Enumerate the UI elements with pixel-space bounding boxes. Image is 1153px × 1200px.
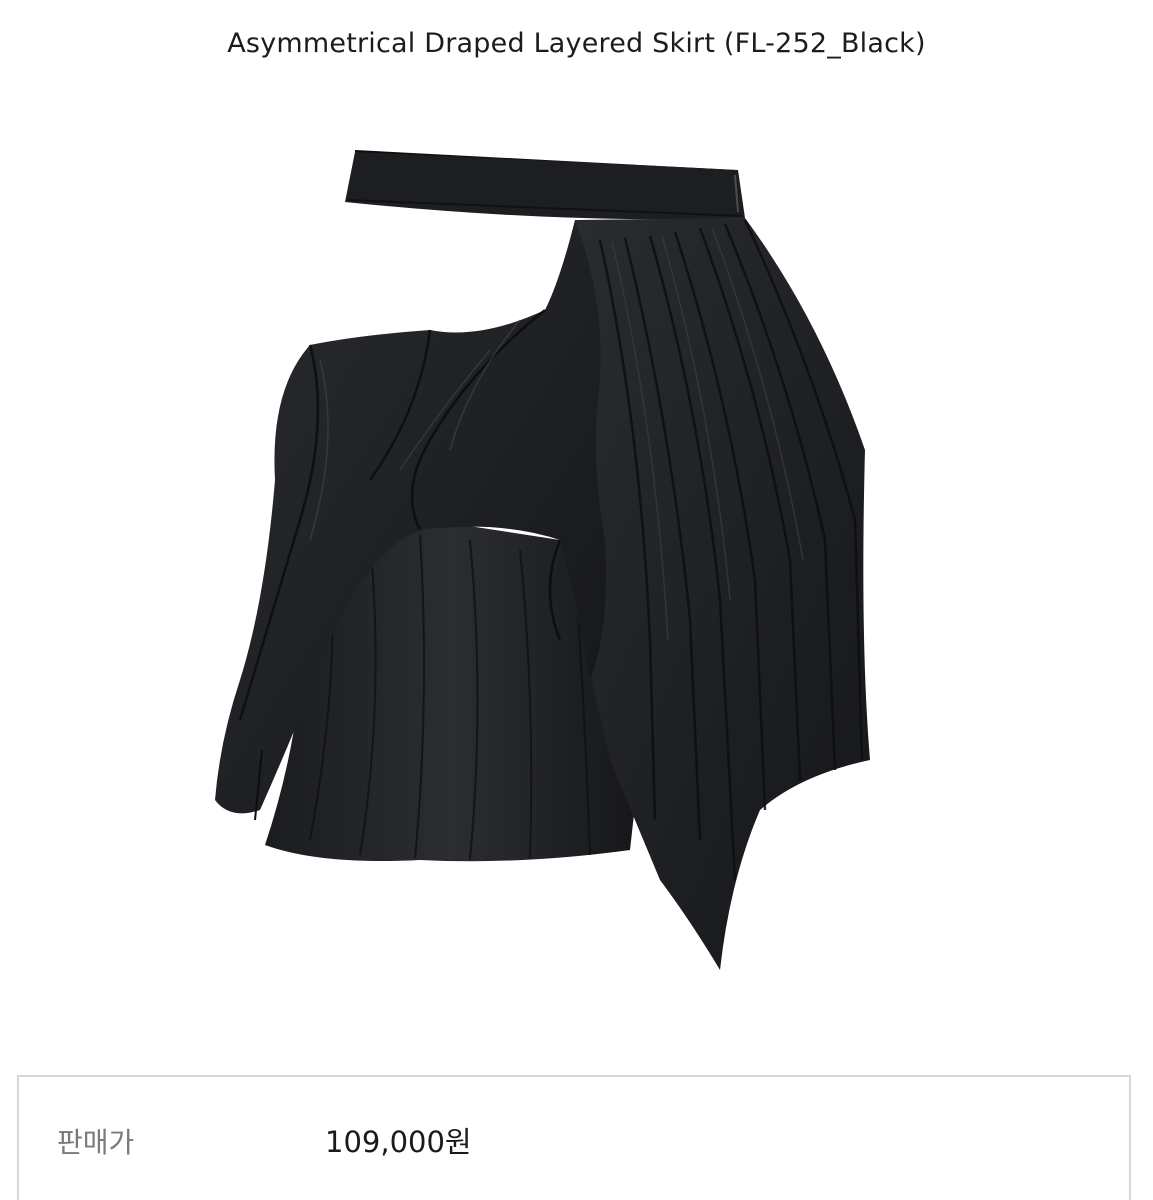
product-image (215, 150, 870, 970)
price-label: 판매가 (57, 1126, 135, 1159)
price-value: 109,000원 (325, 1125, 472, 1159)
price-box: 판매가 109,000원 (17, 1075, 1131, 1200)
product-title: Asymmetrical Draped Layered Skirt (FL-25… (227, 28, 926, 59)
